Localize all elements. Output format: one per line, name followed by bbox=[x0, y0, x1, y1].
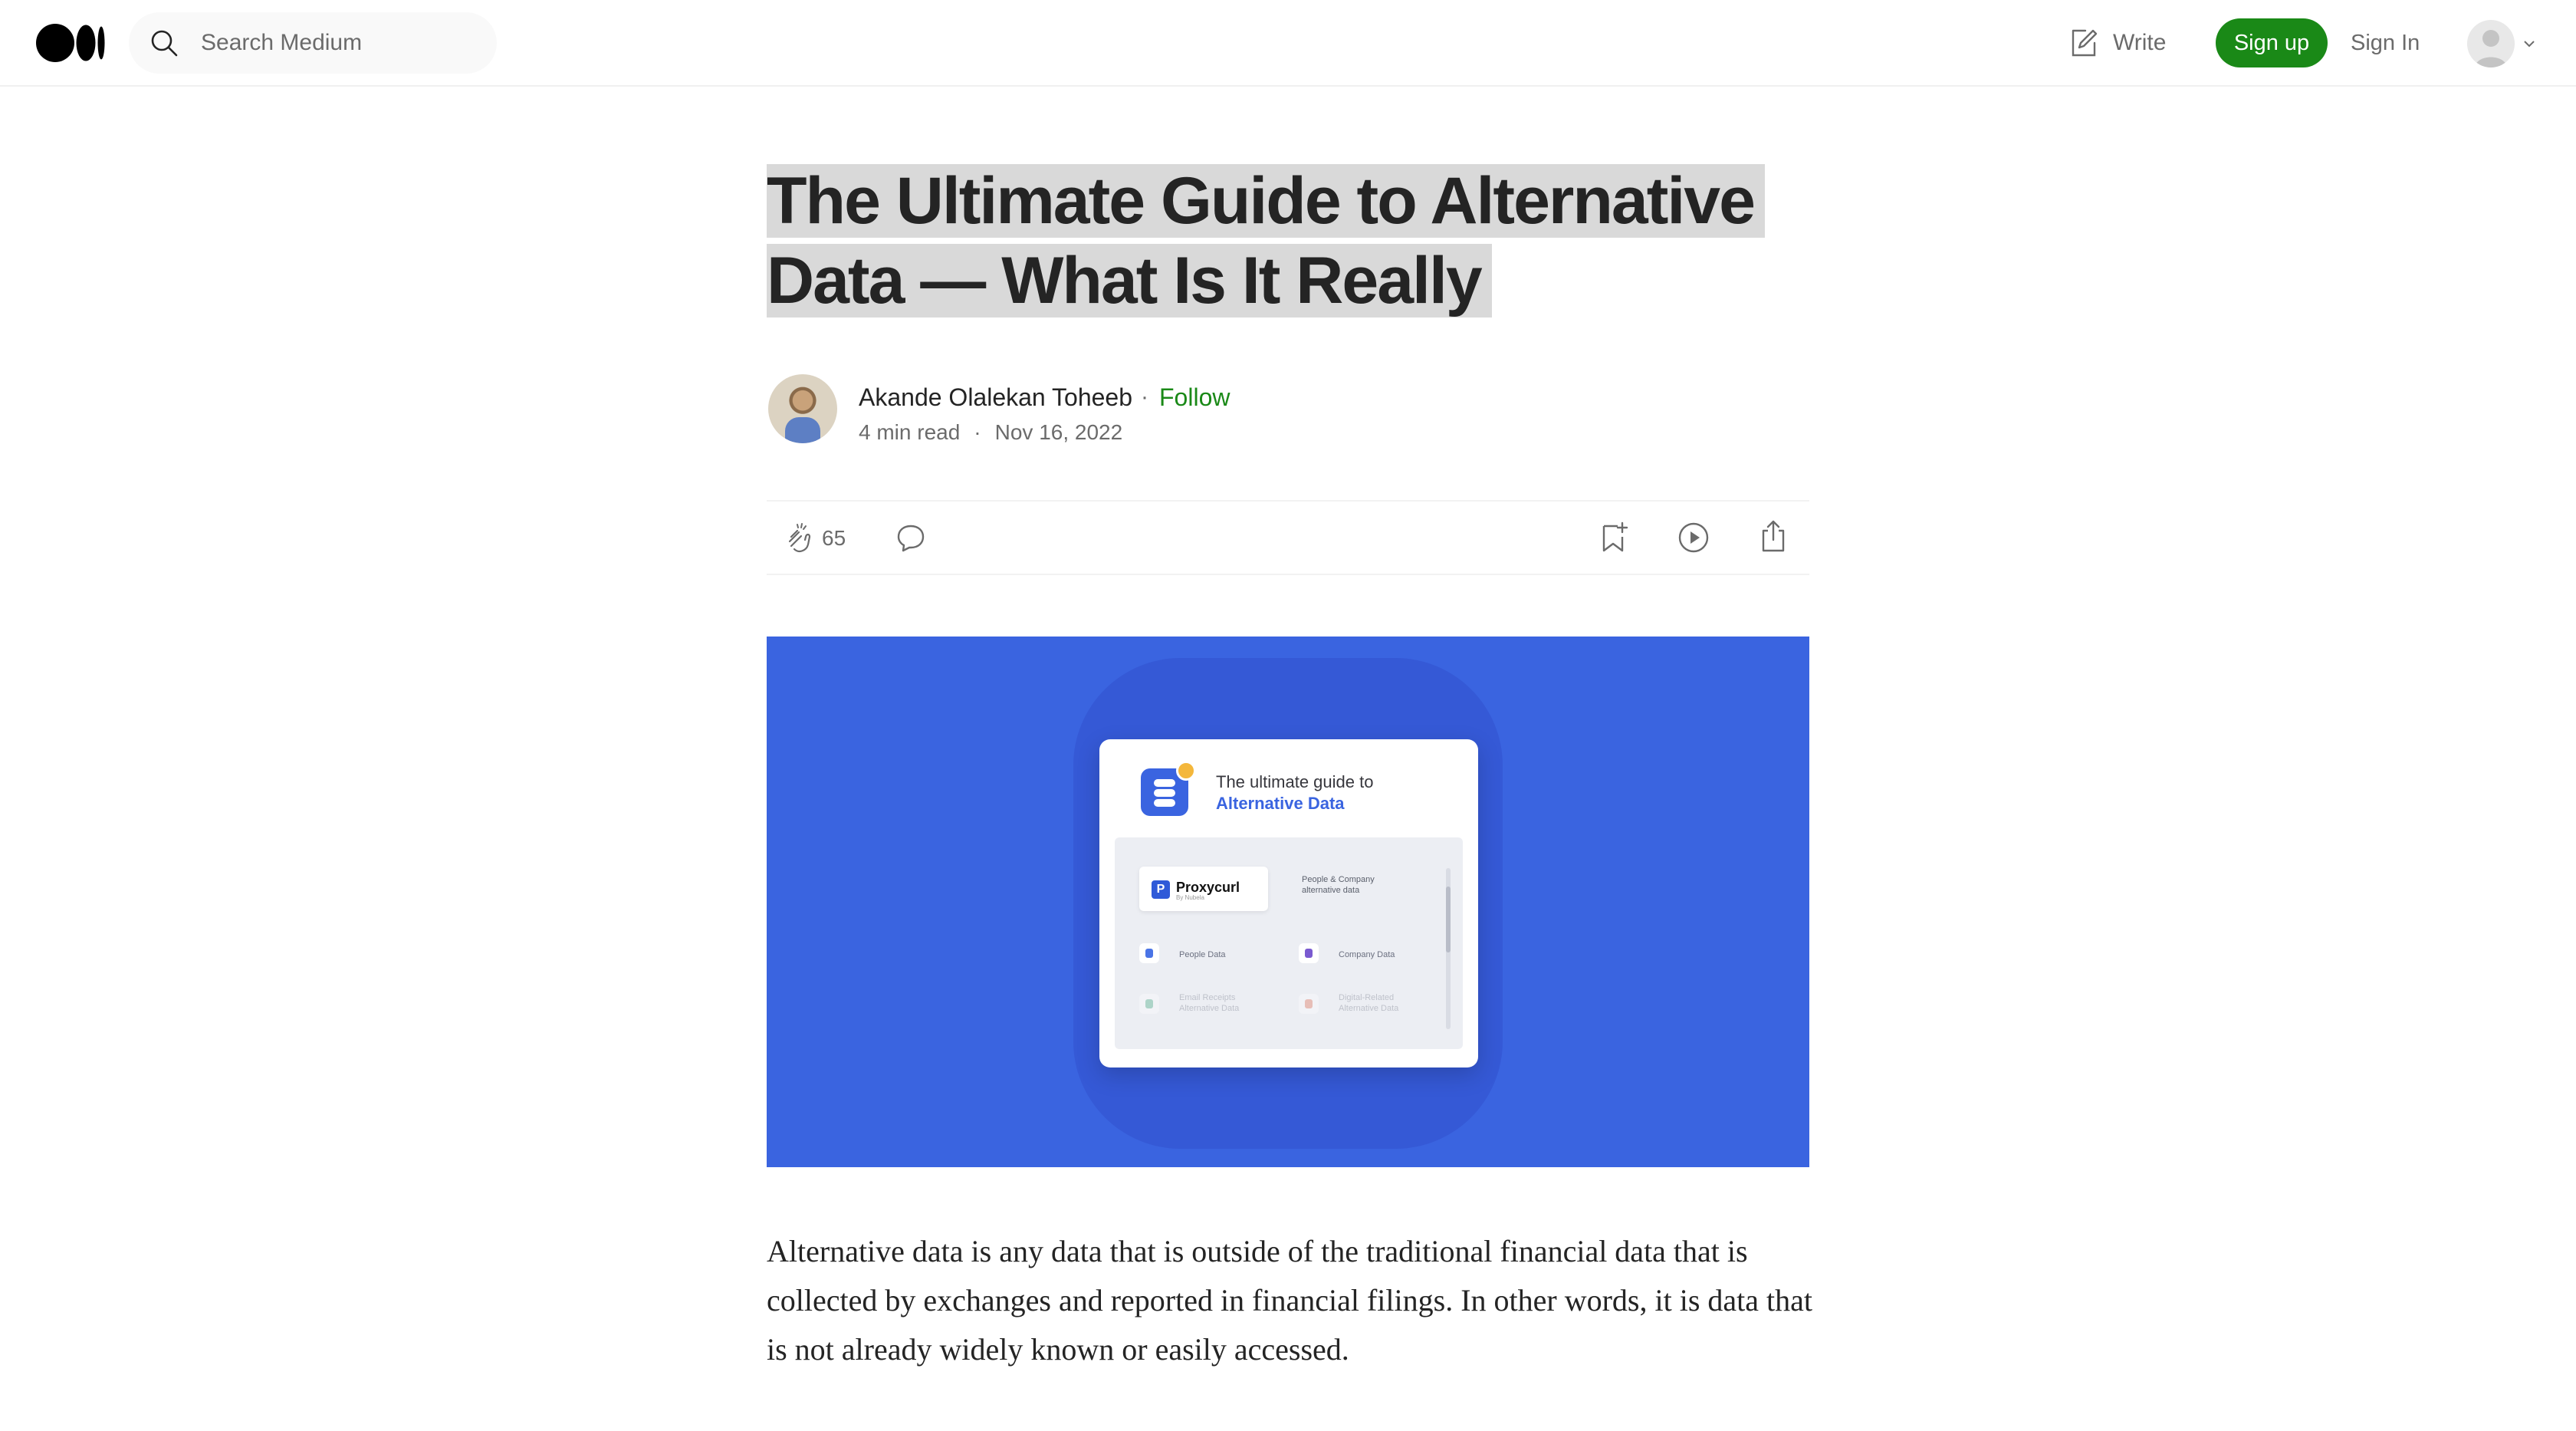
author-name[interactable]: Akande Olalekan Toheeb bbox=[859, 382, 1132, 413]
badge-icon bbox=[1176, 761, 1196, 781]
panel-scrollbar bbox=[1446, 868, 1451, 1029]
article-hero-image: The ultimate guide to Alternative Data P… bbox=[767, 637, 1809, 1167]
separator-dot: · bbox=[1141, 384, 1148, 410]
write-icon bbox=[2072, 29, 2098, 57]
building-icon bbox=[1299, 943, 1319, 963]
hero-card: The ultimate guide to Alternative Data P… bbox=[1099, 739, 1478, 1067]
publish-date: Nov 16, 2022 bbox=[994, 420, 1123, 444]
category-label: Company Data bbox=[1339, 950, 1395, 959]
article-meta: 4 min read · Nov 16, 2022 bbox=[859, 419, 1122, 446]
avatar-icon[interactable] bbox=[2467, 20, 2515, 67]
search-bar[interactable]: Search Medium bbox=[129, 12, 497, 74]
brand-sub: By Nubela bbox=[1176, 894, 1204, 901]
author-avatar[interactable] bbox=[768, 374, 837, 443]
article-action-bar: 65 bbox=[767, 500, 1809, 575]
brand-name: Proxycurl bbox=[1176, 880, 1240, 895]
chevron-down-icon[interactable] bbox=[2521, 35, 2538, 52]
card-title-line2: Alternative Data bbox=[1216, 794, 1345, 813]
card-title-line1: The ultimate guide to bbox=[1216, 772, 1374, 791]
category-label: People Data bbox=[1179, 950, 1226, 959]
article-title: The Ultimate Guide to Alternative Data —… bbox=[767, 161, 1809, 321]
email-icon bbox=[1139, 994, 1159, 1014]
chart-icon bbox=[1299, 994, 1319, 1014]
article-title-container: The Ultimate Guide to Alternative Data —… bbox=[767, 161, 1809, 321]
top-navigation: Search Medium Write Sign up Sign In bbox=[0, 0, 2576, 87]
person-icon bbox=[1139, 943, 1159, 963]
play-icon[interactable] bbox=[1676, 520, 1711, 555]
sign-in-link[interactable]: Sign In bbox=[2351, 28, 2420, 58]
share-icon[interactable] bbox=[1756, 518, 1791, 554]
response-icon[interactable] bbox=[894, 521, 928, 555]
sign-up-button[interactable]: Sign up bbox=[2216, 18, 2328, 67]
search-input[interactable]: Search Medium bbox=[201, 29, 362, 57]
card-panel: P Proxycurl By Nubela People & Company a… bbox=[1115, 837, 1463, 1049]
write-button[interactable]: Write bbox=[2067, 23, 2166, 63]
follow-button[interactable]: Follow bbox=[1159, 382, 1230, 413]
clap-count: 65 bbox=[822, 526, 846, 550]
article-paragraph: Alternative data is any data that is out… bbox=[767, 1234, 1813, 1367]
clap-icon[interactable] bbox=[780, 520, 817, 557]
category-label: Email Receipts Alternative Data bbox=[1179, 993, 1240, 1013]
medium-logo-icon[interactable] bbox=[35, 23, 106, 63]
search-icon bbox=[151, 30, 178, 57]
proxycurl-icon: P bbox=[1152, 880, 1170, 899]
write-label: Write bbox=[2113, 30, 2167, 55]
brand-tagline: People & Company alternative data bbox=[1302, 875, 1375, 895]
separator-dot: · bbox=[974, 420, 981, 444]
read-time: 4 min read bbox=[859, 420, 961, 444]
proxycurl-logo: P Proxycurl By Nubela bbox=[1139, 867, 1268, 911]
category-label: Digital-Related Alternative Data bbox=[1339, 993, 1399, 1013]
bookmark-icon[interactable] bbox=[1596, 520, 1631, 555]
